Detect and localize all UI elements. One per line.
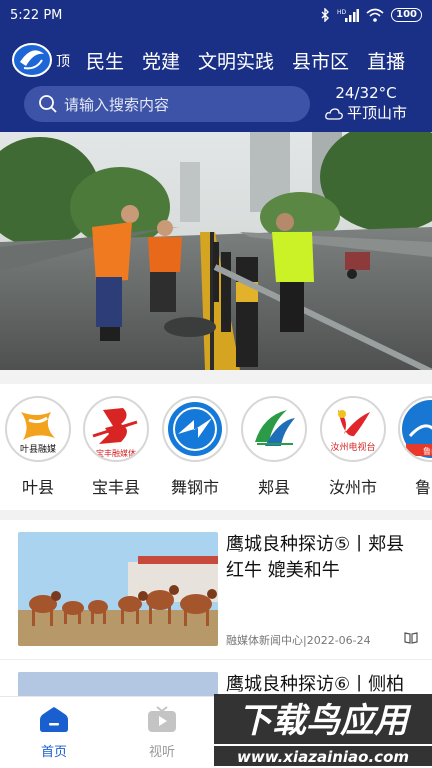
book-icon	[404, 632, 418, 644]
ruzhou-logo-icon: 汝州电视台	[320, 396, 386, 462]
county-channels: 叶县融媒 叶县 宝丰融媒体 宝丰县 舞钢市 郏县 汝州电视台 汝州市 鲁 鲁	[0, 384, 432, 510]
nav-video-label: 视听	[148, 745, 175, 760]
weather-city: 平顶山市	[320, 103, 412, 124]
tv-icon	[148, 706, 176, 732]
jiaxian-logo-icon	[241, 396, 307, 462]
svg-text:顶: 顶	[56, 54, 70, 70]
channel-label: 舞钢市	[170, 478, 219, 497]
svg-text:宝丰融媒体: 宝丰融媒体	[96, 448, 136, 458]
lushan-logo-icon: 鲁山	[398, 396, 432, 462]
yexian-logo-icon: 叶县融媒	[5, 396, 71, 462]
news-source: 融媒体新闻中心	[226, 634, 303, 647]
nav-video[interactable]: 视听	[132, 705, 192, 760]
city-name: 平顶山市	[346, 104, 407, 122]
bluetooth-icon	[321, 8, 330, 22]
channel-lushan[interactable]: 鲁山 鲁山	[396, 396, 432, 498]
channel-wugang[interactable]: 舞钢市	[160, 396, 230, 498]
wugang-logo-icon	[162, 396, 228, 462]
search-placeholder: 请输入搜索内容	[64, 95, 170, 114]
news-list: 鹰城良种探访⑤丨郏县红牛 媲美和牛 融媒体新闻中心|2022-06-24 鹰城良…	[0, 520, 432, 696]
channel-label: 宝丰县	[91, 478, 140, 497]
weather-temp: 24/32°C	[335, 84, 397, 102]
tab-county[interactable]: 县市区	[292, 47, 349, 74]
search-icon	[39, 95, 57, 113]
top-nav: 顶 民生 党建 文明实践 县市区 直播	[0, 38, 432, 82]
channel-baofeng[interactable]: 宝丰融媒体 宝丰县	[81, 396, 151, 498]
news-thumbnail	[18, 672, 218, 696]
app-logo-icon: 顶	[12, 43, 70, 77]
channel-ruzhou[interactable]: 汝州电视台 汝州市	[318, 396, 388, 498]
channel-label: 叶县	[21, 478, 54, 497]
channel-label: 郏县	[257, 478, 290, 497]
tab-wenming[interactable]: 文明实践	[198, 47, 274, 74]
news-item[interactable]: 鹰城良种探访⑤丨郏县红牛 媲美和牛 融媒体新闻中心|2022-06-24	[0, 520, 432, 660]
home-icon	[40, 707, 68, 732]
tab-dangjian[interactable]: 党建	[142, 47, 180, 74]
status-time: 5:22 PM	[10, 7, 63, 23]
svg-text:叶县融媒: 叶县融媒	[20, 444, 56, 455]
channel-jiaxian[interactable]: 郏县	[239, 396, 309, 498]
header: 5:22 PM HD 100 顶 民生 党建 文明实践 县市区 直播 请输入搜索…	[0, 0, 432, 132]
search-input[interactable]: 请输入搜索内容	[24, 86, 310, 122]
channel-label: 汝州市	[328, 478, 377, 497]
news-meta: 融媒体新闻中心|2022-06-24	[226, 634, 371, 647]
search-row: 请输入搜索内容 24/32°C 平顶山市	[0, 84, 432, 126]
svg-text:HD: HD	[337, 9, 347, 16]
signal-icon: HD	[337, 9, 360, 22]
app-logo[interactable]: 顶	[10, 38, 76, 82]
news-date: 2022-06-24	[306, 634, 371, 647]
nav-home-label: 首页	[40, 745, 67, 760]
nav-tabs: 民生 党建 文明实践 县市区 直播	[86, 47, 405, 74]
svg-text:www.xiazainiao.com: www.xiazainiao.com	[237, 748, 409, 766]
tab-minsheng[interactable]: 民生	[86, 47, 124, 74]
watermark-logo: 下载鸟应用 www.xiazainiao.com	[214, 690, 432, 768]
status-icons: HD 100	[320, 8, 422, 22]
banner-image[interactable]	[0, 132, 432, 370]
cloud-icon	[325, 107, 343, 120]
battery-icon: 100	[391, 8, 422, 22]
svg-text:汝州电视台: 汝州电视台	[330, 441, 375, 453]
channel-label: 鲁山	[414, 478, 432, 497]
banner-photo	[0, 132, 432, 370]
tab-live[interactable]: 直播	[367, 47, 405, 74]
svg-text:下载鸟应用: 下载鸟应用	[238, 701, 412, 741]
wifi-icon	[366, 8, 384, 22]
baofeng-logo-icon: 宝丰融媒体	[83, 396, 149, 462]
news-thumbnail	[18, 532, 218, 646]
weather-widget[interactable]: 24/32°C 平顶山市	[320, 84, 412, 124]
news-title: 鹰城良种探访⑤丨郏县红牛 媲美和牛	[226, 534, 405, 581]
channel-yexian[interactable]: 叶县融媒 叶县	[3, 396, 73, 498]
nav-home[interactable]: 首页	[24, 705, 84, 760]
svg-text:鲁山: 鲁山	[423, 446, 432, 456]
status-bar: 5:22 PM HD 100	[0, 0, 432, 30]
